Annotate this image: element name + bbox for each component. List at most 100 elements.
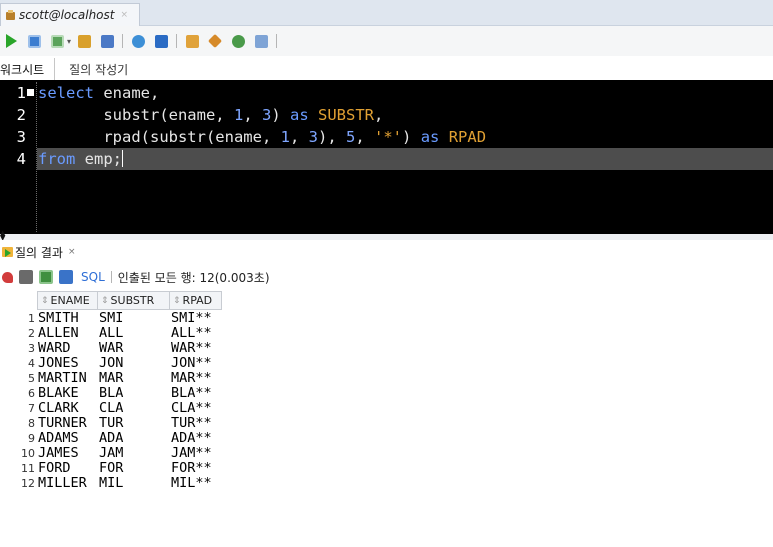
cell-substr[interactable]: JON <box>98 356 170 371</box>
print-icon[interactable] <box>19 270 33 284</box>
close-tab-icon[interactable]: × <box>68 247 76 257</box>
format-icon <box>254 34 268 48</box>
table-row[interactable]: 7 CLARK CLA CLA** <box>0 401 222 416</box>
explain-plan-button[interactable] <box>48 32 66 50</box>
sql-keyword: as <box>290 106 309 124</box>
clear-button[interactable] <box>206 32 224 50</box>
cell-substr[interactable]: MAR <box>98 371 170 386</box>
cell-substr[interactable]: TUR <box>98 416 170 431</box>
cell-ename[interactable]: BLAKE <box>37 386 98 401</box>
table-row[interactable]: 9 ADAMS ADA ADA** <box>0 431 222 446</box>
connection-tab[interactable]: scott@localhost × <box>0 3 140 26</box>
table-row[interactable]: 2 ALLEN ALL ALL** <box>0 326 222 341</box>
cell-rpad[interactable]: WAR** <box>170 341 222 356</box>
cell-rpad[interactable]: JON** <box>170 356 222 371</box>
line-number: 2 <box>16 106 26 124</box>
run-script-button[interactable] <box>25 32 43 50</box>
cell-substr[interactable]: FOR <box>98 461 170 476</box>
cell-substr[interactable]: ADA <box>98 431 170 446</box>
sql-history-button[interactable] <box>229 32 247 50</box>
cell-substr[interactable]: SMI <box>98 311 170 326</box>
cell-ename[interactable]: FORD <box>37 461 98 476</box>
database-connection-icon <box>5 9 16 21</box>
table-row[interactable]: 4 JONES JON JON** <box>0 356 222 371</box>
tab-worksheet[interactable]: 워크시트 <box>0 58 56 80</box>
rollback-button[interactable] <box>152 32 170 50</box>
cell-ename[interactable]: JONES <box>37 356 98 371</box>
sql-tuning-button[interactable] <box>98 32 116 50</box>
refresh-icon[interactable] <box>39 270 53 284</box>
column-header-ename[interactable]: ⇕ ENAME <box>37 291 98 310</box>
code-line[interactable]: from emp; <box>38 148 123 170</box>
cell-rpad[interactable]: BLA** <box>170 386 222 401</box>
sql-editor[interactable]: 1 2 3 4 select ename, substr(ename, 1, 3… <box>0 80 773 234</box>
cell-ename[interactable]: ALLEN <box>37 326 98 341</box>
code-token: rpad(substr(ename, <box>38 128 281 146</box>
table-row[interactable]: 8 TURNER TUR TUR** <box>0 416 222 431</box>
line-number-gutter: 1 2 3 4 <box>0 80 37 234</box>
cell-substr[interactable]: CLA <box>98 401 170 416</box>
cell-substr[interactable]: BLA <box>98 386 170 401</box>
cell-rpad[interactable]: JAM** <box>170 446 222 461</box>
run-statement-button[interactable] <box>2 32 20 50</box>
close-tab-icon[interactable]: × <box>120 10 128 20</box>
number-literal: 1 <box>233 106 244 124</box>
unshared-sql-icon <box>185 34 199 48</box>
pin-icon[interactable] <box>2 271 13 283</box>
row-number: 6 <box>28 387 35 400</box>
row-number: 12 <box>21 477 35 490</box>
explain-plan-icon <box>50 34 64 48</box>
string-literal: '*' <box>374 128 403 146</box>
format-button[interactable] <box>252 32 270 50</box>
sql-link[interactable]: SQL <box>81 270 105 284</box>
table-row[interactable]: 5 MARTIN MAR MAR** <box>0 371 222 386</box>
code-line[interactable]: select ename, <box>38 82 159 104</box>
cell-rpad[interactable]: ALL** <box>170 326 222 341</box>
column-header-substr[interactable]: ⇕ SUBSTR <box>98 291 170 310</box>
cell-rpad[interactable]: FOR** <box>170 461 222 476</box>
cell-rpad[interactable]: CLA** <box>170 401 222 416</box>
cell-ename[interactable]: SMITH <box>37 311 98 326</box>
table-row[interactable]: 3 WARD WAR WAR** <box>0 341 222 356</box>
cell-substr[interactable]: JAM <box>98 446 170 461</box>
cell-rpad[interactable]: MAR** <box>170 371 222 386</box>
cell-ename[interactable]: WARD <box>37 341 98 356</box>
column-header-label: ENAME <box>50 294 90 307</box>
cell-rpad[interactable]: MIL** <box>170 476 222 491</box>
table-row[interactable]: 12 MILLER MIL MIL** <box>0 476 222 491</box>
cell-rpad[interactable]: ADA** <box>170 431 222 446</box>
table-row[interactable]: 1 SMITH SMI SMI** <box>0 311 222 326</box>
unshared-sql-button[interactable] <box>183 32 201 50</box>
cell-substr[interactable]: WAR <box>98 341 170 356</box>
cell-substr[interactable]: MIL <box>98 476 170 491</box>
tab-query-result[interactable]: 질의 결과 × <box>0 241 76 263</box>
number-literal: 3 <box>308 128 318 146</box>
table-row[interactable]: 11 FORD FOR FOR** <box>0 461 222 476</box>
cell-substr[interactable]: ALL <box>98 326 170 341</box>
cell-ename[interactable]: JAMES <box>37 446 98 461</box>
code-line[interactable]: rpad(substr(ename, 1, 3), 5, '*') as RPA… <box>38 126 486 148</box>
explain-plan-dropdown-icon[interactable]: ▾ <box>67 37 71 46</box>
commit-button[interactable] <box>129 32 147 50</box>
row-number: 10 <box>21 447 35 460</box>
cell-ename[interactable]: CLARK <box>37 401 98 416</box>
table-row[interactable]: 10 JAMES JAM JAM** <box>0 446 222 461</box>
column-header-rpad[interactable]: ⇕ RPAD <box>170 291 222 310</box>
cell-ename[interactable]: MILLER <box>37 476 98 491</box>
cell-ename[interactable]: ADAMS <box>37 431 98 446</box>
column-header-label: SUBSTR <box>110 294 155 307</box>
autotrace-button[interactable] <box>75 32 93 50</box>
code-line[interactable]: substr(ename, 1, 3) as SUBSTR, <box>38 104 383 126</box>
column-alias: RPAD <box>448 128 487 146</box>
cell-rpad[interactable]: SMI** <box>170 311 222 326</box>
editor-view-tabs: 워크시트 질의 작성기 <box>0 56 773 80</box>
code-fold-icon[interactable] <box>27 89 34 96</box>
toolbar-separator <box>176 34 178 48</box>
export-icon[interactable] <box>59 270 73 284</box>
cell-ename[interactable]: MARTIN <box>37 371 98 386</box>
tab-query-builder[interactable]: 질의 작성기 <box>55 58 138 80</box>
cell-rpad[interactable]: TUR** <box>170 416 222 431</box>
cell-ename[interactable]: TURNER <box>37 416 98 431</box>
code-token: ) <box>271 106 290 124</box>
table-row[interactable]: 6 BLAKE BLA BLA** <box>0 386 222 401</box>
